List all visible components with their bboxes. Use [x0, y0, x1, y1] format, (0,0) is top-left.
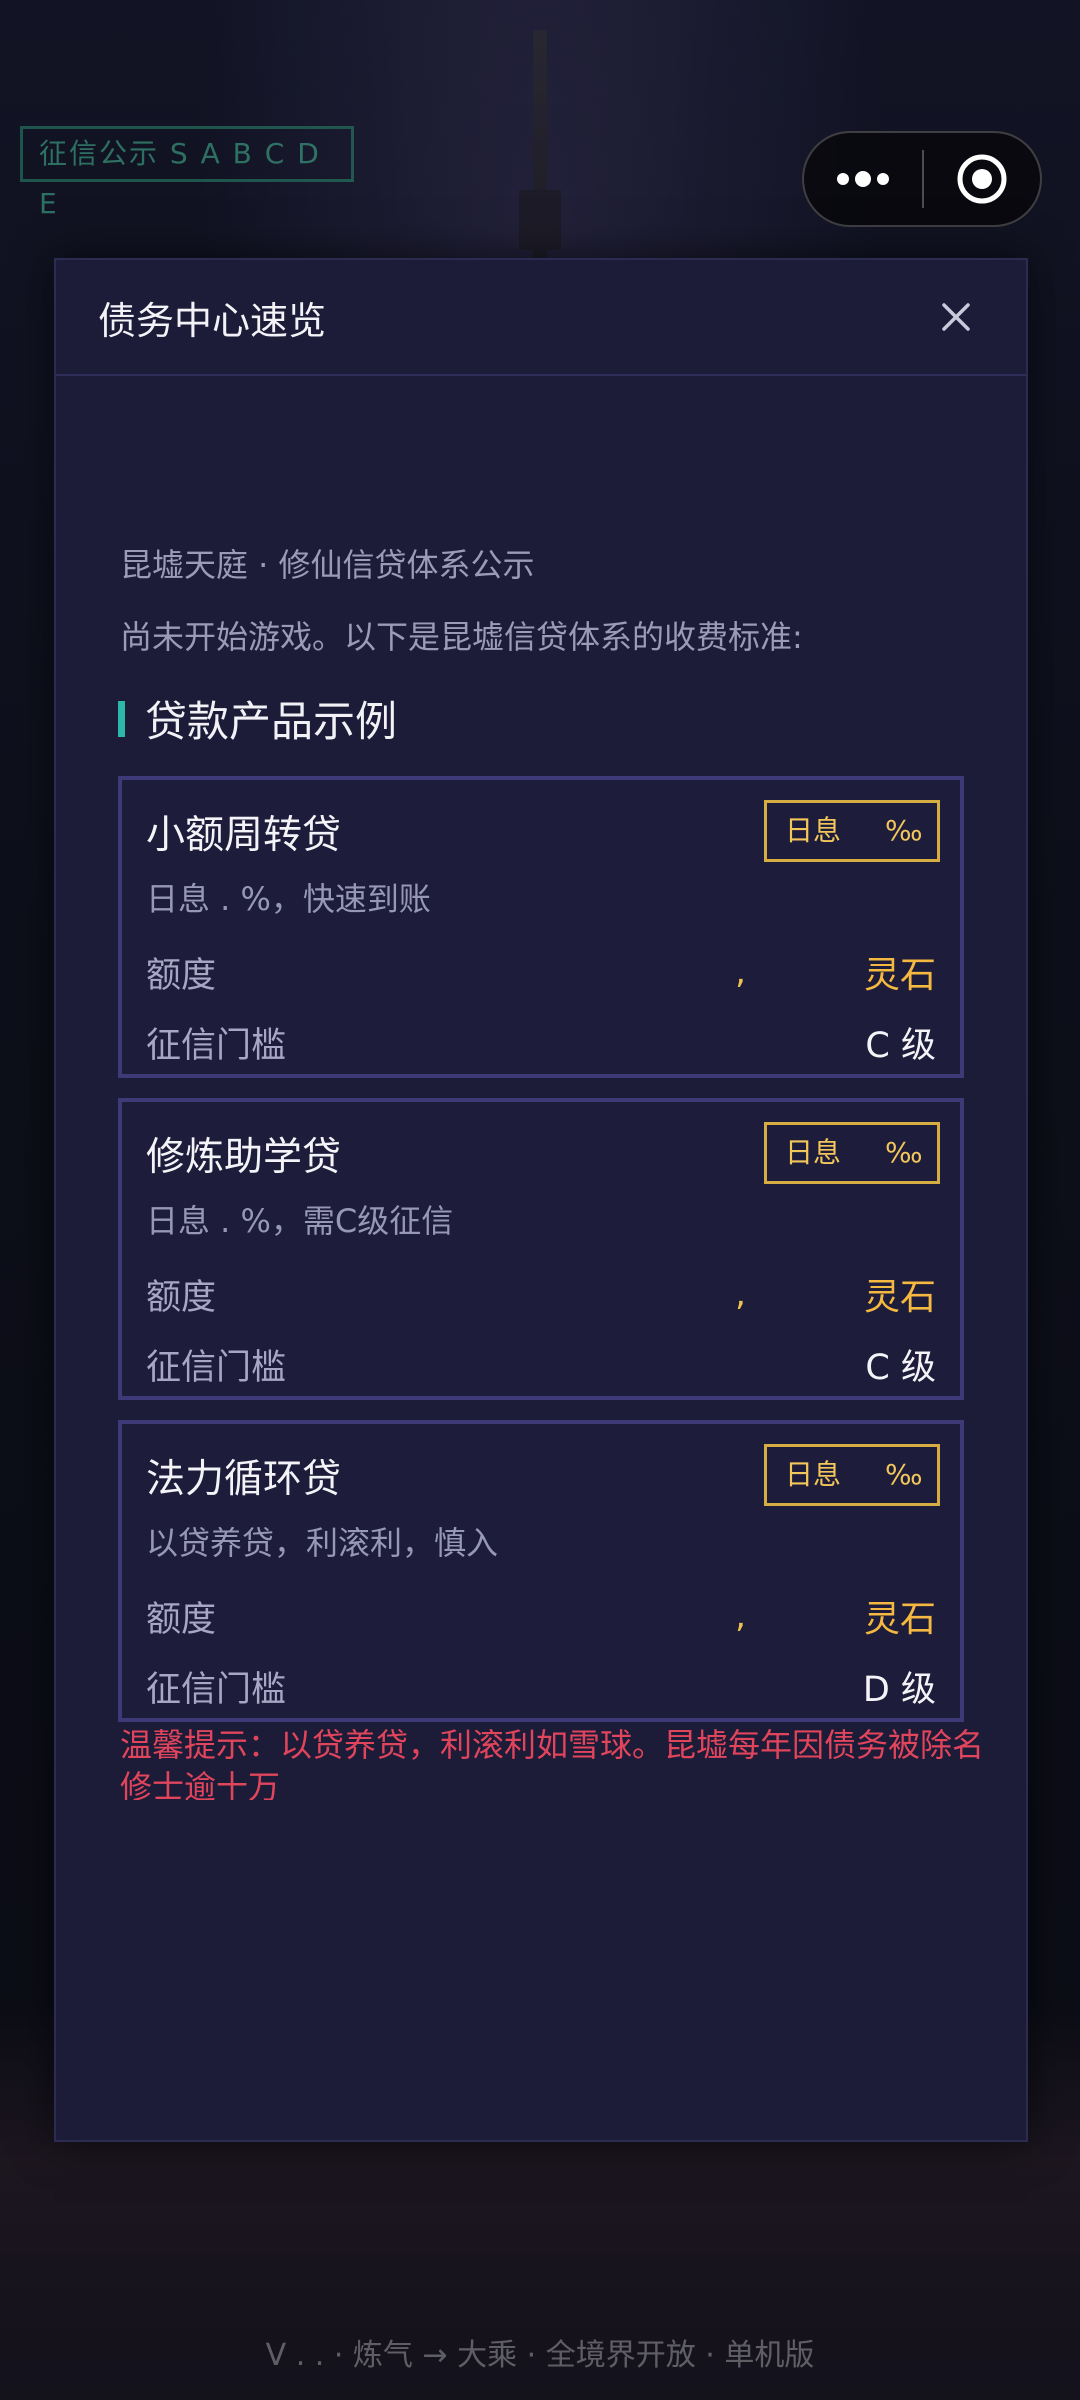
- interest-badge: 日息 ‰: [764, 800, 940, 862]
- amount-unit: 灵石: [863, 1277, 936, 1318]
- threshold-label: 征信门槛: [146, 1669, 287, 1710]
- loan-card[interactable]: 小额周转贷 日息 ‰ 日息 . %，快速到账 额度 , 灵石 征信门槛 C 级: [118, 776, 964, 1078]
- credit-grade: C 级: [865, 1025, 936, 1066]
- loan-name: 小额周转贷: [146, 813, 342, 858]
- loan-card[interactable]: 法力循环贷 日息 ‰ 以贷养贷，利滚利，慎入 额度 , 灵石 征信门槛 D 级: [118, 1420, 964, 1722]
- loan-description: 日息 . %，快速到账: [146, 880, 431, 918]
- badge-label: 日息: [785, 814, 842, 847]
- interest-badge: 日息 ‰: [764, 1122, 940, 1184]
- loan-description: 日息 . %，需C级征信: [146, 1202, 454, 1240]
- debt-center-modal: 债务中心速览 昆墟天庭 · 修仙信贷体系公示 尚未开始游戏。以下是昆墟信贷体系的…: [54, 258, 1028, 2142]
- close-x-icon: [942, 303, 970, 331]
- intro-description: 尚未开始游戏。以下是昆墟信贷体系的收费标准:: [120, 618, 803, 656]
- threshold-row: 征信门槛 C 级: [146, 1338, 936, 1390]
- amount-label: 额度: [146, 1277, 217, 1318]
- credit-grade: D 级: [862, 1669, 936, 1710]
- amount-separator: ,: [735, 1596, 746, 1636]
- miniprogram-close-button[interactable]: [924, 133, 1040, 225]
- section-heading: 贷款产品示例: [118, 688, 397, 749]
- threshold-label: 征信门槛: [146, 1347, 287, 1388]
- amount-label: 额度: [146, 955, 217, 996]
- amount-separator: ,: [735, 1274, 746, 1314]
- threshold-row: 征信门槛 D 级: [146, 1660, 936, 1712]
- amount-row: 额度 , 灵石: [146, 1590, 936, 1642]
- amount-value: , 灵石: [735, 946, 936, 998]
- badge-label: 日息: [785, 1458, 842, 1491]
- modal-header: 债务中心速览: [56, 260, 1026, 376]
- tower-silhouette: [519, 30, 561, 270]
- loan-description: 以贷养贷，利滚利，慎入: [146, 1524, 499, 1562]
- loan-card[interactable]: 修炼助学贷 日息 ‰ 日息 . %，需C级征信 额度 , 灵石 征信门槛 C 级: [118, 1098, 964, 1400]
- badge-unit: ‰: [885, 814, 923, 847]
- modal-title: 债务中心速览: [98, 298, 327, 343]
- intro-subtitle: 昆墟天庭 · 修仙信贷体系公示: [120, 546, 535, 584]
- amount-label: 额度: [146, 1599, 217, 1640]
- miniprogram-close-icon: [957, 154, 1007, 204]
- miniprogram-capsule: [802, 131, 1042, 227]
- loan-name: 法力循环贷: [146, 1457, 342, 1502]
- loan-name: 修炼助学贷: [146, 1135, 342, 1180]
- more-dots-icon: [837, 171, 889, 187]
- amount-row: 额度 , 灵石: [146, 946, 936, 998]
- threshold-label: 征信门槛: [146, 1025, 287, 1066]
- amount-unit: 灵石: [863, 1599, 936, 1640]
- badge-label: 日息: [785, 1136, 842, 1169]
- amount-separator: ,: [735, 952, 746, 992]
- more-button[interactable]: [804, 133, 922, 225]
- interest-badge: 日息 ‰: [764, 1444, 940, 1506]
- version-footer: V . . · 炼气 → 大乘 · 全境界开放 · 单机版: [265, 2338, 815, 2373]
- amount-unit: 灵石: [863, 955, 936, 996]
- credit-rating-tag: 征信公示 S A B C D E: [20, 126, 354, 220]
- section-accent-bar: [118, 700, 125, 737]
- modal-close-button[interactable]: [926, 287, 986, 347]
- credit-grade: C 级: [865, 1347, 936, 1388]
- badge-unit: ‰: [885, 1458, 923, 1491]
- amount-value: , 灵石: [735, 1590, 936, 1642]
- amount-row: 额度 , 灵石: [146, 1268, 936, 1320]
- section-title: 贷款产品示例: [145, 697, 398, 746]
- risk-warning-text: 温馨提示：以贷养贷，利滚利如雪球。昆墟每年因债务被除名修士逾十万: [120, 1726, 985, 1800]
- amount-value: , 灵石: [735, 1268, 936, 1320]
- threshold-row: 征信门槛 C 级: [146, 1016, 936, 1068]
- badge-unit: ‰: [885, 1136, 923, 1169]
